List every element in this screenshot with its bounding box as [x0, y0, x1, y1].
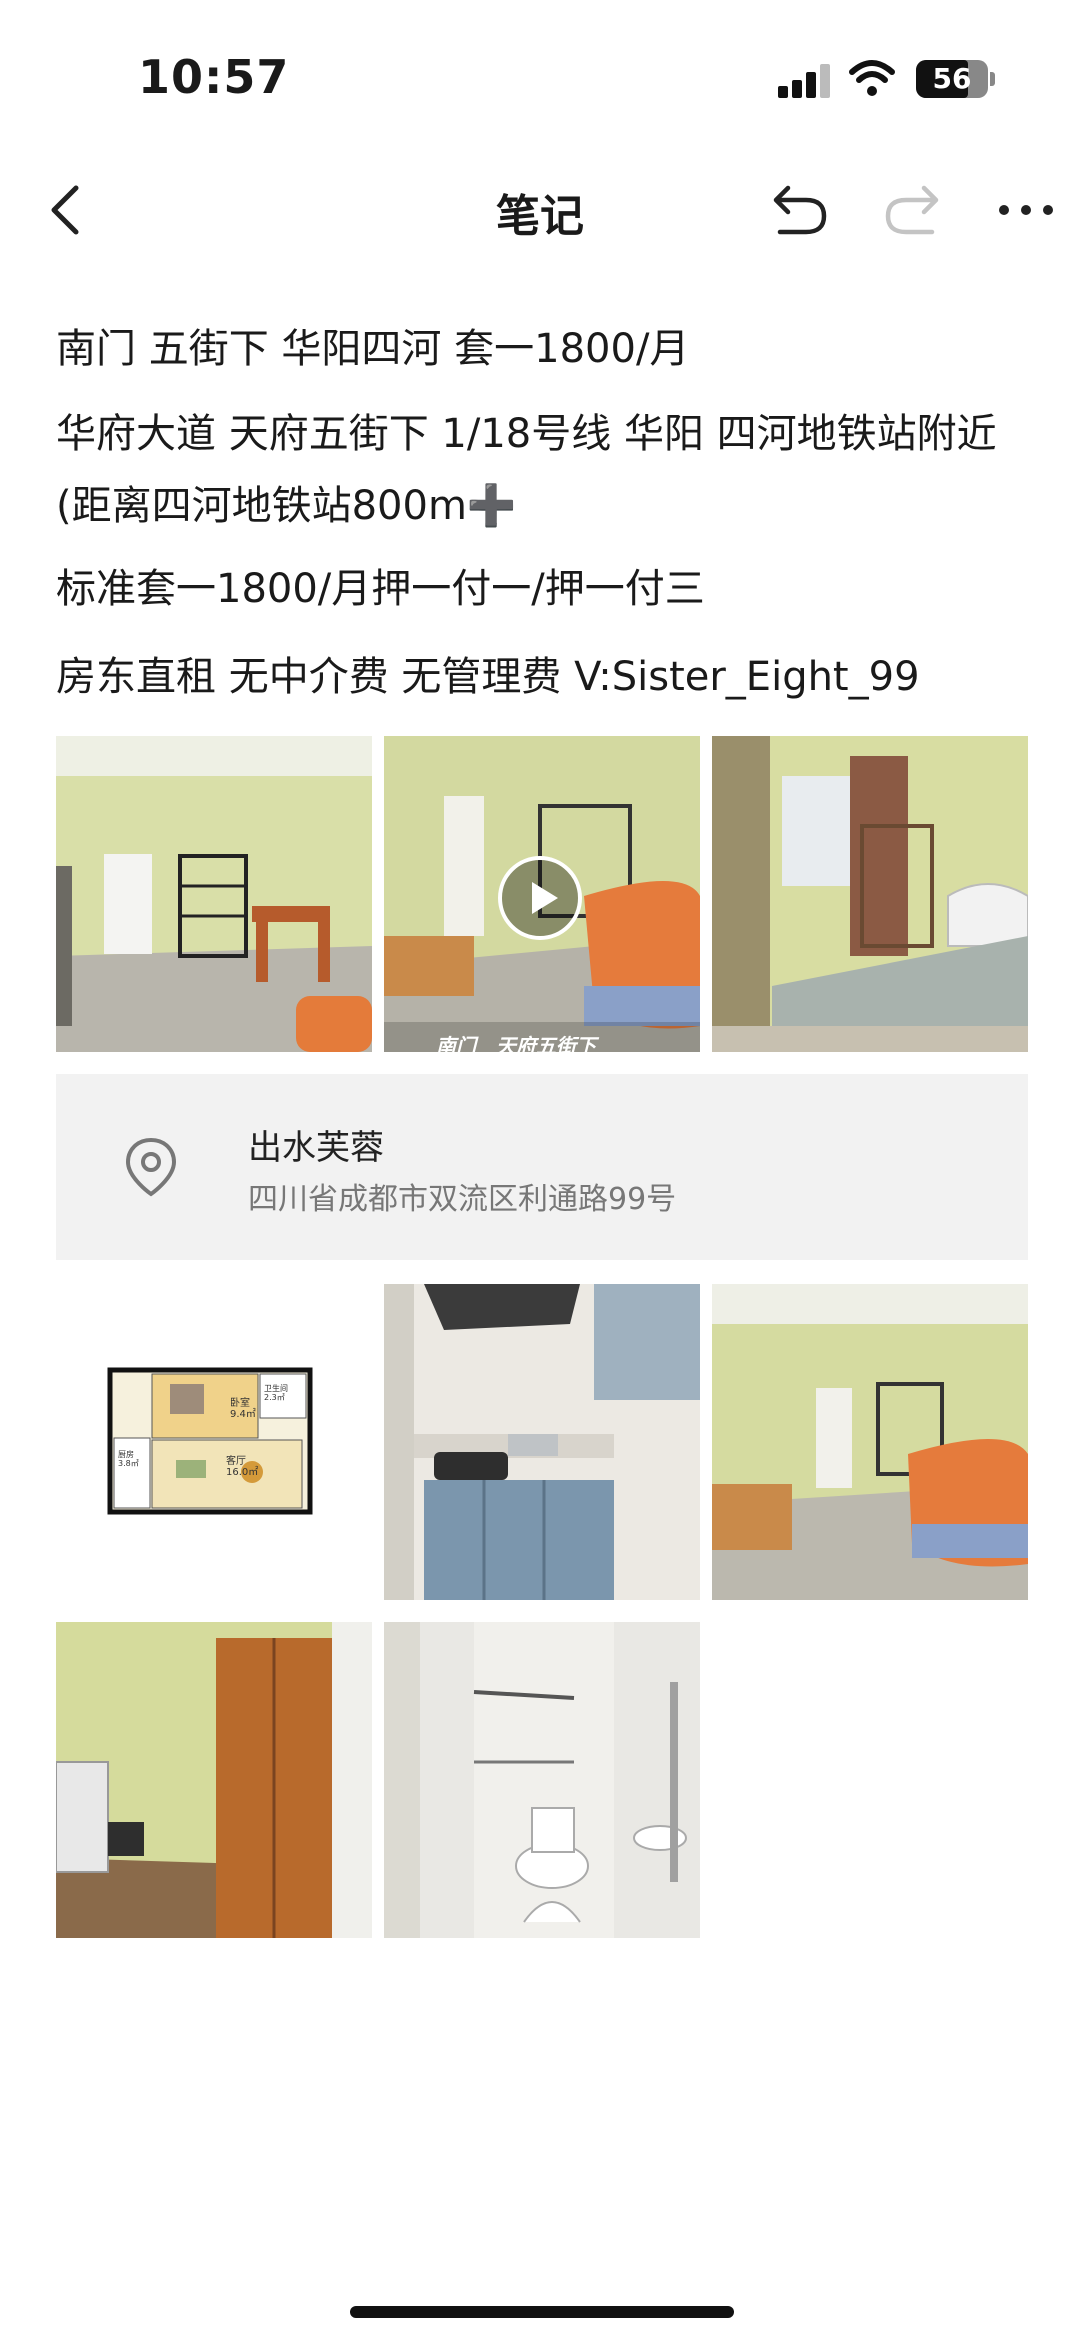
room-photo[interactable]	[384, 1284, 700, 1600]
room-photo[interactable]	[712, 736, 1028, 1052]
floor-plan-label: 卫生间 2.3㎡	[264, 1384, 288, 1402]
location-pin-icon	[125, 1137, 177, 1197]
redo-icon[interactable]	[880, 180, 942, 240]
more-horizontal-icon[interactable]	[994, 180, 1058, 240]
nav-bar: 笔记	[0, 150, 1080, 270]
cellular-signal-icon	[778, 62, 832, 98]
battery-level: 56	[932, 62, 972, 95]
room-photo[interactable]	[384, 1622, 700, 1938]
floor-plan-label: 卧室 9.4㎡	[230, 1398, 256, 1420]
photo-grid-bottom	[56, 1622, 1028, 1938]
floor-plan-bathroom: 卫生间	[264, 1384, 288, 1393]
wifi-icon	[849, 60, 895, 96]
location-address: 四川省成都市双流区利通路99号	[248, 1182, 677, 1217]
video-caption: 南门 天府五街下	[436, 1034, 596, 1058]
note-line: 华府大道 天府五街下 1/18号线 华阳 四河地铁站附近 (距离四河地铁站800…	[56, 411, 997, 529]
undo-icon[interactable]	[770, 180, 832, 240]
floor-plan-label: 厨房 3.8㎡	[118, 1450, 139, 1468]
play-icon	[532, 882, 558, 914]
battery-icon: 56	[916, 60, 988, 98]
location-card[interactable]: 出水芙蓉 四川省成都市双流区利通路99号	[56, 1074, 1028, 1260]
floor-plan-bedroom-area: 9.4㎡	[230, 1409, 256, 1420]
floor-plan-image[interactable]: 卧室 9.4㎡ 卫生间 2.3㎡ 厨房 3.8㎡ 客厅 16.0㎡	[56, 1284, 372, 1600]
floor-plan-living: 客厅	[226, 1456, 246, 1467]
home-indicator[interactable]	[350, 2306, 734, 2318]
room-photo[interactable]	[56, 736, 372, 1052]
note-line: 标准套一1800/月押一付一/押一付三	[56, 566, 705, 612]
photo-grid-middle: 卧室 9.4㎡ 卫生间 2.3㎡ 厨房 3.8㎡ 客厅 16.0㎡	[56, 1284, 1028, 1600]
floor-plan-kitchen: 厨房	[118, 1450, 134, 1459]
location-name: 出水芙蓉	[248, 1128, 384, 1168]
floor-plan-bedroom: 卧室	[230, 1398, 250, 1409]
room-photo[interactable]	[56, 1622, 372, 1938]
status-bar: 10:57 56	[0, 0, 1080, 150]
floor-plan-bathroom-area: 2.3㎡	[264, 1393, 285, 1402]
room-photo[interactable]	[712, 1284, 1028, 1600]
note-line: 房东直租 无中介费 无管理费 V:Sister_Eight_99	[56, 654, 920, 700]
play-button[interactable]	[498, 856, 582, 940]
note-line: 南门 五街下 华阳四河 套一1800/月	[56, 326, 690, 372]
note-body[interactable]: 南门 五街下 华阳四河 套一1800/月 华府大道 天府五街下 1/18号线 华…	[56, 318, 1036, 734]
floor-plan-kitchen-area: 3.8㎡	[118, 1459, 139, 1468]
floor-plan-label: 客厅 16.0㎡	[226, 1456, 258, 1478]
status-time: 10:57	[138, 50, 290, 104]
battery-cap	[990, 72, 995, 86]
floor-plan-living-area: 16.0㎡	[226, 1467, 259, 1478]
